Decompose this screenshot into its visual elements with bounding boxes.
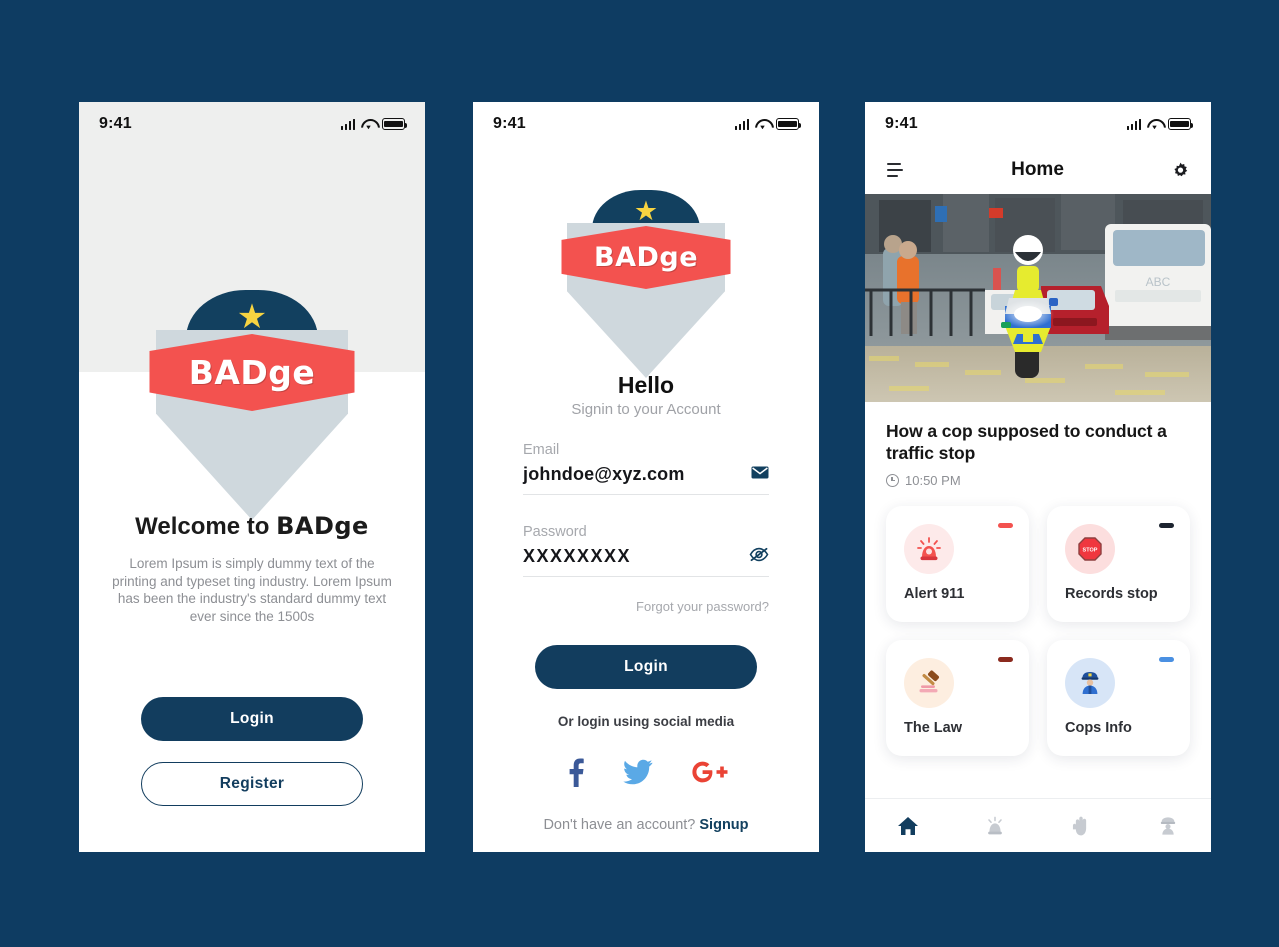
- welcome-copy: Welcome to BADge Lorem Ipsum is simply d…: [79, 512, 425, 625]
- card-records-stop[interactable]: STOP Records stop: [1047, 506, 1190, 622]
- status-icons: [1126, 118, 1194, 130]
- article-meta: 10:50 PM: [886, 473, 1190, 488]
- hamburger-menu-icon[interactable]: [887, 162, 903, 178]
- card-the-law[interactable]: The Law: [886, 640, 1029, 756]
- status-bar: 9:41: [79, 102, 425, 146]
- card-label: Cops Info: [1065, 720, 1132, 736]
- status-time: 9:41: [493, 115, 526, 132]
- article-time: 10:50 PM: [905, 473, 961, 488]
- card-indicator-dash: [1159, 657, 1174, 662]
- facebook-icon[interactable]: [563, 757, 587, 791]
- card-cops-info[interactable]: Cops Info: [1047, 640, 1190, 756]
- gavel-icon: [904, 658, 954, 708]
- wifi-icon: [361, 119, 376, 130]
- page-title: Home: [1011, 159, 1064, 180]
- social-divider-label: Or login using social media: [557, 714, 735, 729]
- logo-text: BADge: [188, 353, 316, 392]
- logo-text: BADge: [593, 242, 699, 273]
- login-button[interactable]: Login: [535, 645, 757, 689]
- eye-off-icon[interactable]: [749, 547, 769, 566]
- status-bar: 9:41: [473, 102, 819, 146]
- login-subheading: Signin to your Account: [571, 401, 721, 418]
- email-input[interactable]: johndoe@xyz.com: [523, 464, 685, 485]
- tab-alerts[interactable]: [971, 808, 1019, 844]
- welcome-actions: Login Register: [141, 697, 363, 806]
- stop-sign-icon: STOP: [1065, 524, 1115, 574]
- clock-icon: [886, 474, 899, 487]
- signal-icon: [340, 118, 355, 130]
- card-indicator-dash: [998, 523, 1013, 528]
- battery-icon: [382, 118, 408, 130]
- password-label: Password: [523, 524, 587, 540]
- wifi-icon: [1147, 119, 1162, 130]
- police-officer-icon: [1065, 658, 1115, 708]
- wifi-icon: [755, 119, 770, 130]
- card-indicator-dash: [1159, 523, 1174, 528]
- signup-link[interactable]: Signup: [699, 817, 748, 833]
- status-time: 9:41: [99, 115, 132, 132]
- police-officer-icon: [1160, 816, 1175, 835]
- card-label: The Law: [904, 720, 963, 736]
- signal-icon: [734, 118, 749, 130]
- welcome-title: Welcome to BADge: [107, 512, 397, 541]
- google-plus-icon[interactable]: [689, 759, 729, 789]
- battery-icon: [1168, 118, 1194, 130]
- status-icons: [734, 118, 802, 130]
- card-indicator-dash: [998, 657, 1013, 662]
- card-label: Records stop: [1065, 586, 1158, 602]
- home-icon: [898, 816, 919, 835]
- password-field[interactable]: Password XXXXXXXX: [523, 524, 769, 577]
- hand-icon: [1073, 816, 1087, 835]
- password-input[interactable]: XXXXXXXX: [523, 546, 631, 567]
- login-action-wrap: Login: [535, 645, 757, 689]
- forgot-password-link[interactable]: Forgot your password?: [636, 599, 769, 614]
- phone-screen-login: 9:41 ★ BADge Hello Signin to your Accoun…: [473, 102, 819, 852]
- star-icon: ★: [633, 196, 659, 226]
- envelope-icon: [751, 466, 769, 483]
- tab-stop[interactable]: [1057, 808, 1105, 844]
- phone-screen-welcome: 9:41 ★ BADge Welcome to BADge Lorem Ipsu…: [79, 102, 425, 852]
- siren-icon: [904, 524, 954, 574]
- welcome-title-prefix: Welcome to: [135, 513, 277, 540]
- card-label: Alert 911: [904, 586, 965, 602]
- twitter-icon[interactable]: [623, 759, 653, 789]
- card-alert-911[interactable]: Alert 911: [886, 506, 1029, 622]
- article-headline: How a cop supposed to conduct a traffic …: [886, 421, 1167, 463]
- status-time: 9:41: [885, 115, 918, 132]
- login-button[interactable]: Login: [141, 697, 363, 741]
- phone-screen-home: 9:41 Home ABC How a cop supposed to cond…: [865, 102, 1211, 852]
- battery-icon: [776, 118, 802, 130]
- email-field[interactable]: Email johndoe@xyz.com: [523, 442, 769, 495]
- siren-icon: [987, 816, 1002, 834]
- article-block: How a cop supposed to conduct a traffic …: [865, 402, 1211, 488]
- social-login-row: [473, 757, 819, 791]
- signup-prompt: Don't have an account? Signup: [473, 817, 819, 833]
- tab-home[interactable]: [884, 808, 932, 844]
- badge-logo: ★ BADge: [79, 290, 425, 520]
- star-icon: ★: [236, 298, 268, 336]
- signup-prompt-text: Don't have an account?: [543, 817, 700, 833]
- app-bar: Home: [865, 146, 1211, 194]
- welcome-title-brand: BADge: [276, 512, 369, 540]
- welcome-description: Lorem Ipsum is simply dummy text of the …: [112, 556, 392, 624]
- hero-photo: ABC: [865, 194, 1211, 402]
- svg-text:STOP: STOP: [1083, 547, 1098, 553]
- signal-icon: [1126, 118, 1141, 130]
- badge-logo: ★ BADge: [473, 190, 819, 390]
- register-button[interactable]: Register: [141, 762, 363, 806]
- status-bar: 9:41: [865, 102, 1211, 146]
- email-label: Email: [523, 442, 560, 458]
- gear-icon[interactable]: [1172, 162, 1189, 179]
- quick-actions-grid: Alert 911 STOP Records stop The Law Cops…: [865, 488, 1211, 756]
- screenshot-stage: 9:41 ★ BADge Welcome to BADge Lorem Ipsu…: [0, 0, 1279, 947]
- status-icons: [340, 118, 408, 130]
- svg-text:ABC: ABC: [1146, 275, 1171, 289]
- bottom-tab-bar: [865, 798, 1211, 852]
- tab-officer[interactable]: [1144, 808, 1192, 844]
- login-heading: Hello: [617, 372, 675, 398]
